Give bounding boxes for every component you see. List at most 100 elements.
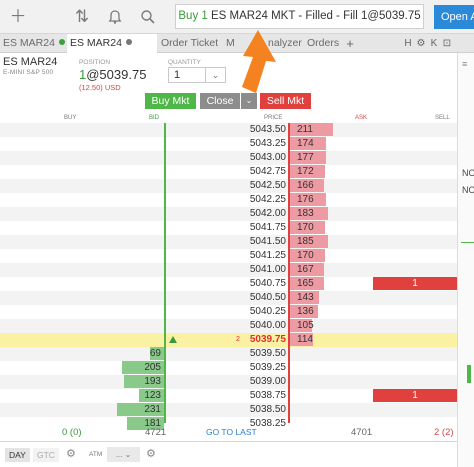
layout-k-button[interactable]: K bbox=[428, 34, 440, 53]
column-header-sell: SELL bbox=[435, 115, 450, 121]
ladder-row[interactable]: 211 5043.50 bbox=[0, 123, 457, 137]
ladder-row[interactable]: 170 5041.25 bbox=[0, 249, 457, 263]
ask-size[interactable]: 170 bbox=[297, 249, 314, 263]
ladder-row[interactable]: 170 5041.75 bbox=[0, 221, 457, 235]
ladder-row[interactable]: 183 5042.00 bbox=[0, 207, 457, 221]
chevron-down-icon[interactable]: ⌄ bbox=[205, 68, 225, 82]
ladder-row[interactable]: 143 5040.50 bbox=[0, 291, 457, 305]
tab-orders[interactable]: Orders bbox=[307, 34, 339, 53]
close-button[interactable]: Close bbox=[200, 93, 240, 109]
tab-m[interactable]: M bbox=[226, 34, 235, 53]
ask-size[interactable]: 211 bbox=[297, 123, 313, 137]
price-cell[interactable]: 5041.00 bbox=[218, 263, 286, 277]
tab-analyzer[interactable]: nalyzer bbox=[268, 34, 302, 53]
bid-size[interactable]: 231 bbox=[144, 403, 161, 417]
tab-es-mar24-1[interactable]: ES MAR24 bbox=[3, 34, 66, 53]
sell-mkt-button[interactable]: Sell Mkt bbox=[260, 93, 311, 109]
price-cell[interactable]: 5040.00 bbox=[218, 319, 286, 333]
price-cell[interactable]: 5042.25 bbox=[218, 193, 286, 207]
popout-icon[interactable]: ⊡ bbox=[441, 34, 453, 53]
bell-icon[interactable] bbox=[103, 5, 127, 29]
ask-size[interactable]: 165 bbox=[297, 277, 314, 291]
ask-size[interactable]: 136 bbox=[297, 305, 314, 319]
price-cell[interactable]: 5038.50 bbox=[218, 403, 286, 417]
ask-size[interactable]: 183 bbox=[297, 207, 314, 221]
go-to-last-link[interactable]: GO TO LAST bbox=[206, 427, 257, 437]
ladder-row[interactable]: 167 5041.00 bbox=[0, 263, 457, 277]
ask-size[interactable]: 185 bbox=[297, 235, 314, 249]
tif-day-button[interactable]: DAY bbox=[5, 448, 30, 462]
ladder-row[interactable]: 172 5042.75 bbox=[0, 165, 457, 179]
ask-size[interactable]: 143 bbox=[297, 291, 314, 305]
price-cell[interactable]: 5043.25 bbox=[218, 137, 286, 151]
last-trade-row[interactable]: 114 2 5039.75 bbox=[0, 333, 457, 347]
price-cell[interactable]: 5041.75 bbox=[218, 221, 286, 235]
ladder-row[interactable]: 69 5039.50 bbox=[0, 347, 457, 361]
ladder-row[interactable]: 165 5040.75 1 bbox=[0, 277, 457, 291]
tab-es-mar24-2[interactable]: ES MAR24 bbox=[67, 34, 157, 53]
ladder-row[interactable]: 166 5042.50 bbox=[0, 179, 457, 193]
right-side-panel: ≡ NO NO bbox=[457, 53, 474, 467]
quantity-select[interactable]: 1 ⌄ bbox=[168, 67, 226, 83]
right-panel-menu-icon[interactable]: ≡ bbox=[462, 59, 467, 69]
price-cell[interactable]: 5041.25 bbox=[218, 249, 286, 263]
settings-gear-icon[interactable]: ⚙ bbox=[66, 447, 76, 460]
atm-settings-gear-icon[interactable]: ⚙ bbox=[146, 447, 156, 460]
ladder-row[interactable]: 205 5039.25 bbox=[0, 361, 457, 375]
ask-size[interactable]: 114 bbox=[297, 333, 313, 347]
tab-label: Order Ticket bbox=[161, 37, 219, 49]
tif-gtc-button[interactable]: GTC bbox=[33, 448, 59, 462]
column-header-ask: ASK bbox=[355, 115, 368, 121]
search-icon[interactable] bbox=[136, 5, 160, 29]
buy-mkt-button[interactable]: Buy Mkt bbox=[145, 93, 196, 109]
ask-size[interactable]: 172 bbox=[297, 165, 314, 179]
bid-size[interactable]: 123 bbox=[144, 389, 161, 403]
ladder-row[interactable]: 123 5038.75 1 bbox=[0, 389, 457, 403]
ladder-row[interactable]: 176 5042.25 bbox=[0, 193, 457, 207]
price-cell[interactable]: 5038.75 bbox=[218, 389, 286, 403]
price-cell[interactable]: 5043.50 bbox=[218, 123, 286, 137]
order-fill-notification[interactable]: Buy 1 ES MAR24 MKT - Filled - Fill 1@503… bbox=[175, 4, 424, 29]
settings-gear-icon[interactable]: ⚙ bbox=[415, 34, 427, 53]
atm-strategy-select[interactable]: ... ⌄ bbox=[107, 447, 140, 462]
ladder-row[interactable]: 174 5043.25 bbox=[0, 137, 457, 151]
bid-size[interactable]: 69 bbox=[150, 347, 161, 361]
ladder-row[interactable]: 105 5040.00 bbox=[0, 319, 457, 333]
ask-size[interactable]: 170 bbox=[297, 221, 314, 235]
price-cell[interactable]: 5042.75 bbox=[218, 165, 286, 179]
working-sell-order[interactable]: 1 bbox=[373, 277, 457, 290]
plus-icon[interactable]: ＋ bbox=[6, 5, 30, 29]
price-cell[interactable]: 5041.50 bbox=[218, 235, 286, 249]
tab-order-ticket[interactable]: Order Ticket bbox=[161, 34, 218, 53]
price-cell[interactable]: 5043.00 bbox=[218, 151, 286, 165]
close-dropdown-chevron-icon[interactable]: ⌄ bbox=[241, 93, 257, 109]
ask-size[interactable]: 105 bbox=[297, 319, 314, 333]
ask-size[interactable]: 177 bbox=[297, 151, 314, 165]
price-cell[interactable]: 5039.25 bbox=[218, 361, 286, 375]
price-cell[interactable]: 5042.50 bbox=[218, 179, 286, 193]
open-account-button[interactable]: Open A bbox=[434, 5, 474, 29]
price-cell[interactable]: 5040.50 bbox=[218, 291, 286, 305]
ask-size[interactable]: 167 bbox=[297, 263, 314, 277]
ladder-row[interactable]: 136 5040.25 bbox=[0, 305, 457, 319]
ask-size[interactable]: 176 bbox=[297, 193, 314, 207]
price-cell[interactable]: 5042.00 bbox=[218, 207, 286, 221]
price-cell[interactable]: 5040.75 bbox=[218, 277, 286, 291]
ask-size[interactable]: 174 bbox=[297, 137, 314, 151]
price-cell[interactable]: 5039.00 bbox=[218, 375, 286, 389]
ask-size[interactable]: 166 bbox=[297, 179, 314, 193]
ladder-row[interactable]: 231 5038.50 bbox=[0, 403, 457, 417]
bid-size[interactable]: 205 bbox=[144, 361, 161, 375]
layout-h-button[interactable]: H bbox=[402, 34, 414, 53]
price-cell[interactable]: 5040.25 bbox=[218, 305, 286, 319]
ladder-row[interactable]: 185 5041.50 bbox=[0, 235, 457, 249]
working-sell-order[interactable]: 1 bbox=[373, 389, 457, 402]
add-tab-button[interactable]: + bbox=[344, 34, 356, 53]
price-cell[interactable]: 5039.50 bbox=[218, 347, 286, 361]
sell-total: 2 (2) bbox=[434, 427, 454, 438]
ladder-row[interactable]: 177 5043.00 bbox=[0, 151, 457, 165]
sort-arrows-icon[interactable]: ⇅ bbox=[70, 5, 94, 29]
bid-size[interactable]: 193 bbox=[144, 375, 161, 389]
price-cell[interactable]: 5039.75 bbox=[218, 333, 286, 347]
ladder-row[interactable]: 193 5039.00 bbox=[0, 375, 457, 389]
